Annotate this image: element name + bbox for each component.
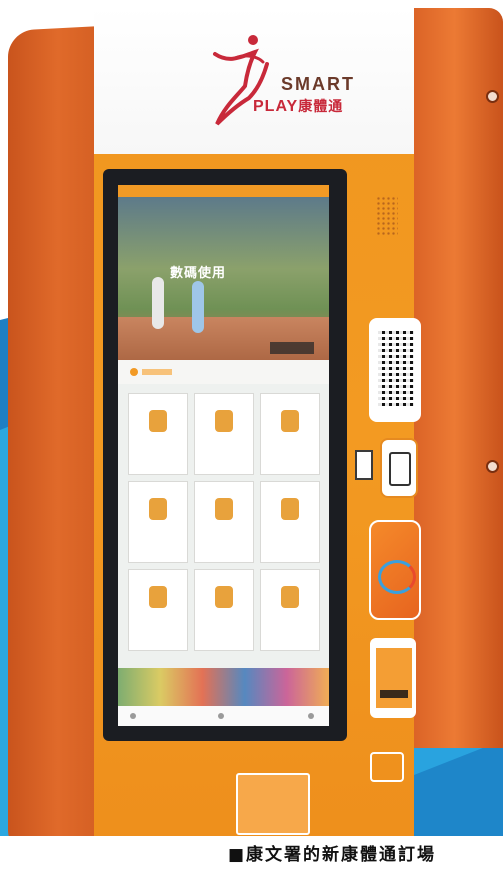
grid-tile[interactable]: [194, 569, 254, 651]
lower-panel-icon: [370, 752, 404, 782]
section-header: [118, 360, 329, 384]
grid-tile[interactable]: [128, 393, 188, 475]
receipt-slot[interactable]: [380, 690, 408, 698]
screen-nav-bar: [118, 706, 329, 726]
tile-icon: [215, 410, 233, 432]
grid-tile[interactable]: [260, 481, 320, 563]
section-label: [142, 369, 172, 375]
tile-icon: [281, 410, 299, 432]
tile-icon: [281, 498, 299, 520]
grid-tile[interactable]: [260, 569, 320, 651]
promo-banner-strip[interactable]: [118, 668, 329, 706]
bottom-instruction-plate: [236, 773, 310, 835]
hero-banner[interactable]: 數碼使用: [118, 197, 329, 369]
photo-caption: ■康文署的新康體通訂場: [228, 845, 437, 865]
logo-play-cjk: 康體通: [298, 98, 344, 114]
grid-tile[interactable]: [128, 569, 188, 651]
player-figure: [152, 277, 164, 329]
tile-icon: [215, 586, 233, 608]
service-grid: [128, 393, 320, 663]
speaker-grille: [376, 196, 398, 236]
qr-code-pattern: [378, 330, 414, 406]
tile-icon: [149, 586, 167, 608]
nav-dot-icon[interactable]: [218, 713, 224, 719]
player-figure: [192, 281, 204, 333]
grid-tile[interactable]: [260, 393, 320, 475]
logo-smart-text: SMART: [281, 74, 355, 94]
grid-tile[interactable]: [194, 393, 254, 475]
nav-dot-icon[interactable]: [130, 713, 136, 719]
logo-play-text: PLAY康體通: [253, 96, 343, 116]
grid-tile[interactable]: [128, 481, 188, 563]
touch-screen[interactable]: 數碼使用: [118, 185, 329, 726]
hero-badge: [270, 342, 314, 354]
card-slot[interactable]: [389, 452, 411, 486]
tile-icon: [215, 498, 233, 520]
smart-play-logo: SMART PLAY康體通: [205, 34, 365, 144]
runner-logo-icon: [213, 35, 269, 126]
printer-panel: [376, 648, 412, 708]
section-dot-icon: [130, 368, 138, 376]
nav-dot-icon[interactable]: [308, 713, 314, 719]
tile-icon: [149, 410, 167, 432]
tile-icon: [281, 586, 299, 608]
rivet: [486, 460, 499, 473]
hero-title: 數碼使用: [170, 266, 227, 281]
tile-icon: [149, 498, 167, 520]
rivet: [486, 90, 499, 103]
grid-tile[interactable]: [194, 481, 254, 563]
octopus-logo-icon: [378, 560, 416, 594]
screen-top-bar: [118, 185, 329, 197]
logo-play-word: PLAY: [253, 98, 299, 115]
card-reader-icon: [355, 450, 373, 480]
